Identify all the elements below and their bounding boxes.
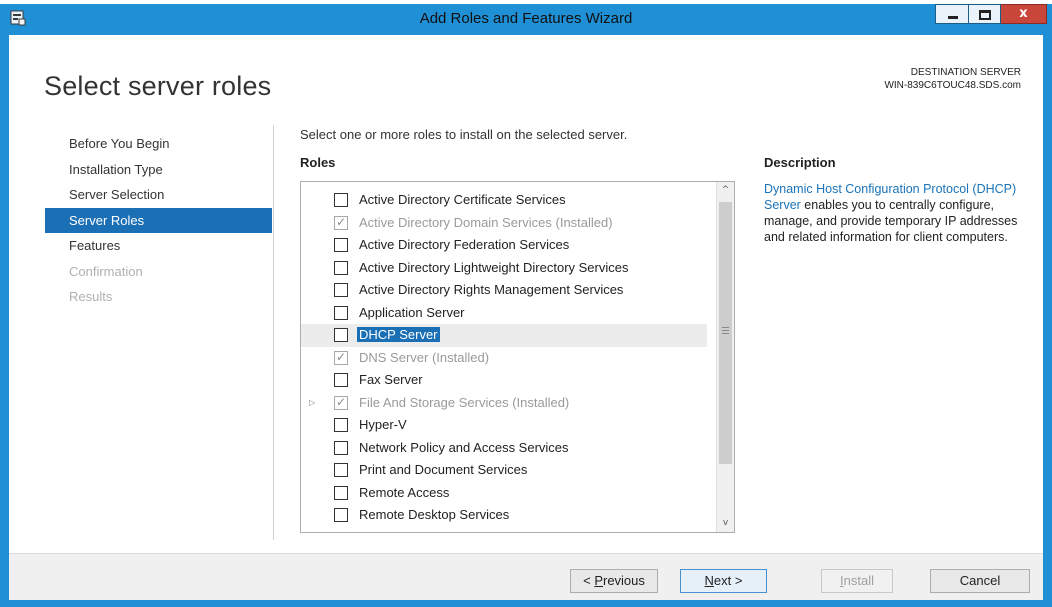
nav-item-server-selection[interactable]: Server Selection xyxy=(45,182,272,207)
page-title: Select server roles xyxy=(44,71,272,101)
install-button[interactable]: Install xyxy=(821,569,893,593)
roles-list-box[interactable]: Active Directory Certificate Services ✓ Ac… xyxy=(300,181,735,533)
previous-button[interactable]: < Previous xyxy=(570,569,658,593)
close-button[interactable]: x xyxy=(1001,4,1047,24)
grip-icon xyxy=(722,327,729,336)
role-checkbox[interactable] xyxy=(334,418,348,432)
destination-server-name: WIN-839C6TOUC48.SDS.com xyxy=(884,80,1021,91)
wizard-client-area: Select server roles DESTINATION SERVER W… xyxy=(9,35,1043,600)
role-row[interactable]: Print and Document Services xyxy=(301,459,707,482)
previous-rest: revious xyxy=(602,573,645,588)
scroll-down-button[interactable]: v xyxy=(717,515,734,532)
chevron-up-icon: ^ xyxy=(721,185,730,195)
role-row[interactable]: Active Directory Lightweight Directory S… xyxy=(301,257,707,280)
description-body: Dynamic Host Configuration Protocol (DHC… xyxy=(764,181,1024,245)
role-label: DHCP Server xyxy=(357,327,440,342)
checkmark-icon: ✓ xyxy=(336,349,347,364)
title-bar[interactable]: Add Roles and Features Wizard x xyxy=(0,4,1052,34)
role-label: DNS Server (Installed) xyxy=(359,349,490,365)
wizard-window: Add Roles and Features Wizard x Select s… xyxy=(0,4,1052,607)
role-row[interactable]: Hyper-V xyxy=(301,414,707,437)
role-label: File And Storage Services (Installed) xyxy=(359,394,570,410)
destination-label: DESTINATION SERVER xyxy=(910,67,1021,78)
nav-item-before-you-begin[interactable]: Before You Begin xyxy=(45,131,272,156)
role-label: Remote Desktop Services xyxy=(359,507,510,522)
role-label: Print and Document Services xyxy=(359,462,528,477)
expand-arrow-icon[interactable]: ▷ xyxy=(309,398,315,407)
previous-mnemonic: P xyxy=(594,573,603,588)
role-checkbox[interactable] xyxy=(334,463,348,477)
role-row[interactable]: Active Directory Federation Services xyxy=(301,234,707,257)
role-row[interactable]: ▷ ✓ File And Storage Services (Installed) xyxy=(301,392,707,415)
role-checkbox[interactable] xyxy=(334,328,348,342)
chevron-down-icon: v xyxy=(722,518,729,528)
scroll-up-button[interactable]: ^ xyxy=(717,182,734,199)
cancel-button[interactable]: Cancel xyxy=(930,569,1030,593)
roles-scrollbar[interactable]: ^ v xyxy=(716,182,734,532)
nav-item-features[interactable]: Features xyxy=(45,233,272,258)
role-row[interactable]: Network Policy and Access Services xyxy=(301,437,707,460)
wizard-footer: < Previous Next > Install Cancel xyxy=(9,553,1043,600)
role-checkbox[interactable] xyxy=(334,283,348,297)
description-heading: Description xyxy=(764,155,836,170)
role-checkbox[interactable] xyxy=(334,440,348,455)
role-checkbox[interactable] xyxy=(334,238,348,252)
role-label: Active Directory Lightweight Directory S… xyxy=(359,259,629,275)
nav-item-server-roles[interactable]: Server Roles xyxy=(45,207,272,233)
destination-server-info: DESTINATION SERVER WIN-839C6TOUC48.SDS.c… xyxy=(884,66,1021,92)
close-icon: x xyxy=(1019,6,1028,21)
role-row[interactable]: DHCP Server xyxy=(301,324,707,347)
role-checkbox: ✓ xyxy=(334,394,348,410)
next-button[interactable]: Next > xyxy=(680,569,767,593)
description-text: enables you to centrally configure, mana… xyxy=(764,198,1018,244)
maximize-icon xyxy=(979,10,991,20)
install-rest: nstall xyxy=(843,573,874,588)
role-checkbox[interactable] xyxy=(334,508,348,522)
role-row[interactable]: ✓ Active Directory Domain Services (Insta… xyxy=(301,212,707,235)
checkmark-icon: ✓ xyxy=(336,214,347,229)
role-row[interactable]: ✓ DNS Server (Installed) xyxy=(301,347,707,370)
checkmark-icon: ✓ xyxy=(336,394,347,409)
role-label: Remote Access xyxy=(359,484,450,500)
role-checkbox[interactable] xyxy=(334,373,348,387)
role-row[interactable]: Fax Server xyxy=(301,369,707,392)
role-label: Hyper-V xyxy=(359,417,407,432)
role-row[interactable]: Active Directory Certificate Services xyxy=(301,189,707,212)
roles-heading: Roles xyxy=(300,155,336,170)
role-row[interactable]: Remote Access xyxy=(301,482,707,505)
role-label: Active Directory Federation Services xyxy=(359,237,570,252)
nav-item-confirmation: Confirmation xyxy=(69,263,143,279)
minimize-icon xyxy=(948,16,958,19)
previous-prefix: < xyxy=(583,573,595,588)
instruction-text: Select one or more roles to install on t… xyxy=(300,127,628,142)
window-title: Add Roles and Features Wizard xyxy=(419,10,633,27)
role-checkbox[interactable] xyxy=(334,260,348,275)
role-label: Fax Server xyxy=(359,372,423,387)
wizard-steps-nav: Before You Begin Installation Type Server … xyxy=(45,131,272,310)
role-checkbox[interactable] xyxy=(334,485,348,500)
minimize-button[interactable] xyxy=(935,4,969,24)
roles-list: Active Directory Certificate Services ✓ Ac… xyxy=(301,189,707,527)
maximize-button[interactable] xyxy=(969,4,1001,24)
role-checkbox[interactable] xyxy=(334,305,348,320)
role-label: Active Directory Domain Services (Instal… xyxy=(359,214,613,230)
role-row[interactable]: Active Directory Rights Management Servi… xyxy=(301,279,707,302)
next-mnemonic: N xyxy=(704,573,714,588)
scroll-thumb[interactable] xyxy=(719,202,732,464)
role-label: Network Policy and Access Services xyxy=(359,439,569,455)
role-label: Application Server xyxy=(359,304,465,320)
role-label: Active Directory Rights Management Servi… xyxy=(359,282,624,297)
nav-item-results: Results xyxy=(69,289,113,304)
role-checkbox: ✓ xyxy=(334,214,348,230)
role-label: Active Directory Certificate Services xyxy=(359,192,566,207)
role-checkbox: ✓ xyxy=(334,349,348,365)
next-rest: ext > xyxy=(713,573,743,588)
nav-divider xyxy=(273,125,274,540)
role-row[interactable]: Remote Desktop Services xyxy=(301,504,707,527)
role-row[interactable]: Application Server xyxy=(301,302,707,325)
role-checkbox[interactable] xyxy=(334,193,348,207)
nav-item-installation-type[interactable]: Installation Type xyxy=(45,157,272,182)
